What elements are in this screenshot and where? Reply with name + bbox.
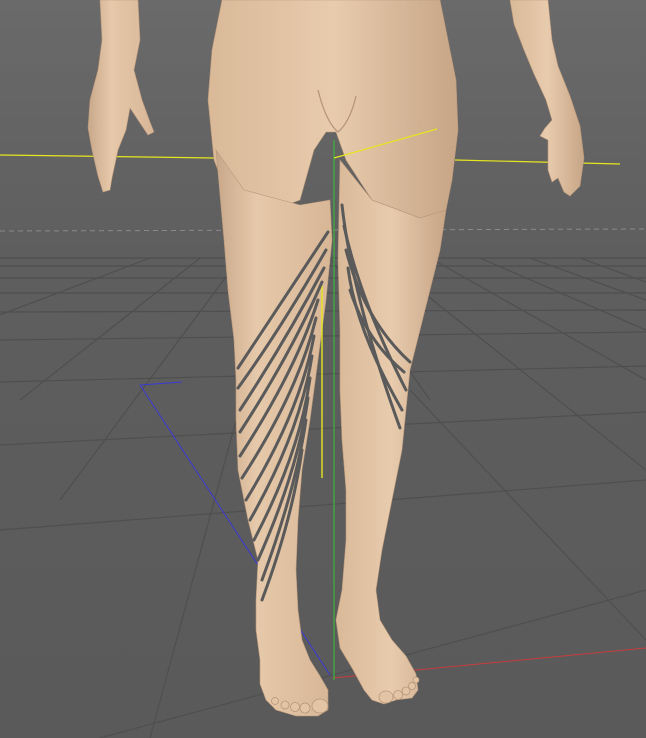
3d-viewport[interactable]: [0, 0, 646, 738]
viewport-canvas[interactable]: [0, 0, 646, 738]
